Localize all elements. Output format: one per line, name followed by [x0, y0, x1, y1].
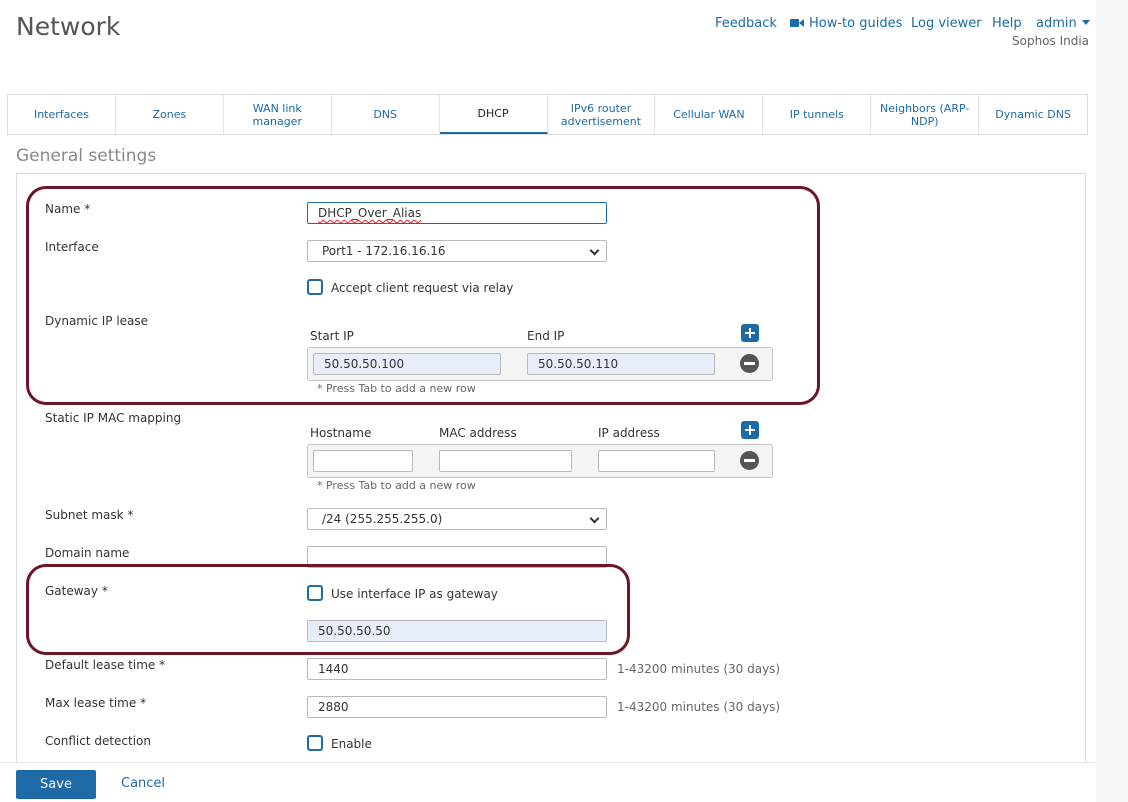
admin-label: admin	[1036, 16, 1077, 31]
gateway-input[interactable]: 50.50.50.50	[307, 620, 607, 642]
section-title: General settings	[16, 146, 157, 166]
chevron-down-icon	[589, 513, 600, 524]
subnet-mask-select[interactable]: /24 (255.255.255.0)	[307, 508, 607, 530]
relay-checkbox-label: Accept client request via relay	[331, 281, 514, 295]
domain-name-input[interactable]	[307, 546, 607, 568]
interface-label: Interface	[45, 240, 99, 254]
organization-name: Sophos India	[1012, 34, 1090, 48]
tab-wan-link-manager[interactable]: WAN link manager	[224, 95, 332, 134]
admin-menu[interactable]: admin	[1036, 16, 1090, 31]
caret-down-icon	[1081, 20, 1090, 25]
default-lease-label: Default lease time *	[45, 658, 166, 672]
subnet-mask-value: /24 (255.255.255.0)	[322, 512, 443, 526]
use-interface-ip-label: Use interface IP as gateway	[331, 587, 498, 601]
end-ip-header: End IP	[527, 329, 565, 343]
hostname-header: Hostname	[310, 426, 372, 440]
max-lease-range: 1-43200 minutes (30 days)	[617, 700, 781, 714]
start-ip-header: Start IP	[310, 329, 354, 343]
log-viewer-link[interactable]: Log viewer	[911, 16, 982, 31]
tab-dns[interactable]: DNS	[332, 95, 440, 134]
add-mapping-row-icon[interactable]	[741, 421, 759, 439]
default-lease-range: 1-43200 minutes (30 days)	[617, 662, 781, 676]
static-mapping-label: Static IP MAC mapping	[45, 411, 182, 425]
max-lease-label: Max lease time *	[45, 696, 147, 710]
network-tabs: Interfaces Zones WAN link manager DNS DH…	[7, 94, 1088, 135]
gateway-label: Gateway *	[45, 584, 108, 598]
tab-dynamic-dns[interactable]: Dynamic DNS	[979, 95, 1087, 134]
lease-row-hint: * Press Tab to add a new row	[317, 382, 476, 395]
video-camera-icon	[790, 18, 804, 28]
max-lease-input[interactable]: 2880	[307, 696, 607, 718]
relay-checkbox[interactable]	[307, 279, 323, 295]
howto-guides-link[interactable]: How-to guides	[790, 16, 902, 31]
ip-address-input[interactable]	[598, 450, 715, 472]
name-input[interactable]: DHCP_Over_Alias	[307, 202, 607, 224]
mac-address-input[interactable]	[439, 450, 572, 472]
ip-address-header: IP address	[598, 426, 660, 440]
save-button[interactable]: Save	[16, 770, 96, 799]
tab-ipv6-router-advertisement[interactable]: IPv6 router advertisement	[548, 95, 656, 134]
end-ip-input[interactable]: 50.50.50.110	[527, 353, 715, 375]
top-links: Feedback How-to guides Log viewer Help a…	[700, 16, 1090, 32]
subnet-mask-label: Subnet mask *	[45, 508, 134, 522]
name-label: Name *	[45, 202, 91, 216]
tab-ip-tunnels[interactable]: IP tunnels	[763, 95, 872, 134]
right-gutter	[1096, 0, 1128, 802]
tab-neighbors[interactable]: Neighbors (ARP-NDP)	[871, 95, 980, 134]
name-input-value: DHCP_Over_Alias	[318, 206, 422, 220]
help-link[interactable]: Help	[992, 16, 1022, 31]
mapping-row-hint: * Press Tab to add a new row	[317, 479, 476, 492]
cancel-link[interactable]: Cancel	[121, 776, 165, 791]
remove-mapping-row-icon[interactable]	[740, 451, 759, 470]
tab-zones[interactable]: Zones	[116, 95, 224, 134]
interface-select-value: Port1 - 172.16.16.16	[322, 244, 446, 258]
tab-interfaces[interactable]: Interfaces	[8, 95, 116, 134]
interface-select[interactable]: Port1 - 172.16.16.16	[307, 240, 607, 262]
conflict-detection-enable-label: Enable	[331, 737, 372, 751]
default-lease-input[interactable]: 1440	[307, 658, 607, 680]
dynamic-ip-lease-label: Dynamic IP lease	[45, 314, 149, 328]
howto-guides-label: How-to guides	[809, 16, 903, 31]
remove-lease-row-icon[interactable]	[740, 354, 759, 373]
conflict-detection-checkbox[interactable]	[307, 735, 323, 751]
conflict-detection-label: Conflict detection	[45, 734, 152, 748]
hostname-input[interactable]	[313, 450, 413, 472]
tab-dhcp[interactable]: DHCP	[439, 95, 548, 134]
use-interface-ip-checkbox[interactable]	[307, 585, 323, 601]
mac-address-header: MAC address	[439, 426, 517, 440]
chevron-down-icon	[589, 245, 600, 256]
feedback-link[interactable]: Feedback	[715, 16, 777, 31]
tab-cellular-wan[interactable]: Cellular WAN	[655, 95, 764, 134]
page: Network Feedback How-to guides Log viewe…	[0, 0, 1096, 802]
page-title: Network	[16, 12, 121, 41]
domain-name-label: Domain name	[45, 546, 130, 560]
start-ip-input[interactable]: 50.50.50.100	[313, 353, 501, 375]
add-lease-row-icon[interactable]	[741, 324, 759, 342]
